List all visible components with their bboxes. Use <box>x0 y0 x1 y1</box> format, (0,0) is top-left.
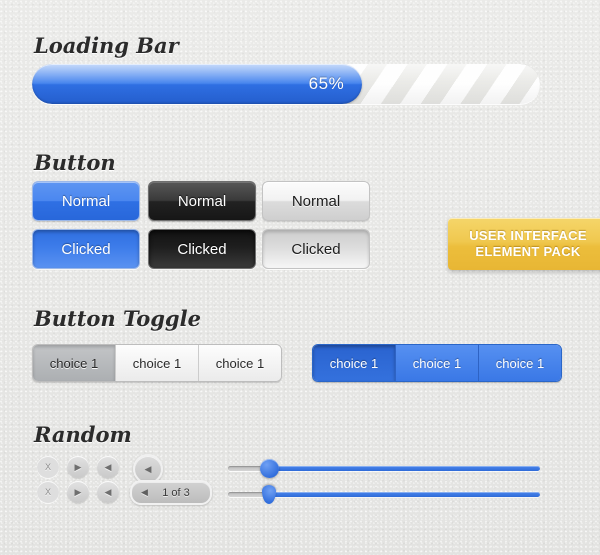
toggle-gray-item-2[interactable]: choice 1 <box>115 345 198 381</box>
button-blue-normal[interactable]: Normal <box>32 181 140 221</box>
slider-track-active <box>268 466 540 471</box>
section-title-random: Random <box>34 422 132 447</box>
play-icon-button-1[interactable]: ▶ <box>67 456 89 478</box>
button-dark-clicked[interactable]: Clicked <box>148 229 256 269</box>
slider-round[interactable] <box>228 458 540 478</box>
ribbon-line-1: USER INTERFACE <box>469 227 587 243</box>
section-title-button-toggle: Button Toggle <box>34 306 201 331</box>
slider-knob-pin[interactable] <box>262 485 276 504</box>
section-title-loading-bar: Loading Bar <box>34 33 179 58</box>
play-icon-button-2[interactable]: ▶ <box>67 481 89 503</box>
pager-prev-icon[interactable]: ◀ <box>132 487 148 498</box>
progress-bar[interactable]: 65% <box>32 64 540 104</box>
button-light-clicked[interactable]: Clicked <box>262 229 370 269</box>
slider-track-active <box>268 492 540 497</box>
pager-label: 1 of 3 <box>162 486 190 499</box>
button-dark-normal[interactable]: Normal <box>148 181 256 221</box>
progress-fill: 65% <box>32 64 363 104</box>
button-light-normal[interactable]: Normal <box>262 181 370 221</box>
section-title-button: Button <box>34 150 116 175</box>
close-icon-button-1[interactable]: X <box>37 456 59 478</box>
prev-icon-button-2[interactable]: ◀ <box>97 481 119 503</box>
ribbon-line-2: ELEMENT PACK <box>475 244 581 259</box>
toggle-gray-item-3[interactable]: choice 1 <box>198 345 281 381</box>
prev-icon-button-1[interactable]: ◀ <box>97 456 119 478</box>
slider-knob-round[interactable] <box>259 459 279 478</box>
toggle-group-gray[interactable]: choice 1 choice 1 choice 1 <box>32 344 282 382</box>
progress-percent-label: 65% <box>308 74 345 93</box>
toggle-group-blue[interactable]: choice 1 choice 1 choice 1 <box>312 344 562 382</box>
slider-pin[interactable] <box>228 484 540 504</box>
ribbon-banner: USER INTERFACE ELEMENT PACK <box>448 218 600 270</box>
toggle-gray-item-1[interactable]: choice 1 <box>33 345 115 381</box>
close-icon-button-2[interactable]: X <box>37 481 59 503</box>
button-blue-clicked[interactable]: Clicked <box>32 229 140 269</box>
toggle-blue-item-2[interactable]: choice 1 <box>395 345 478 381</box>
pager-control[interactable]: ◀ 1 of 3 <box>130 480 212 505</box>
toggle-blue-item-1[interactable]: choice 1 <box>313 345 395 381</box>
toggle-blue-item-3[interactable]: choice 1 <box>478 345 561 381</box>
